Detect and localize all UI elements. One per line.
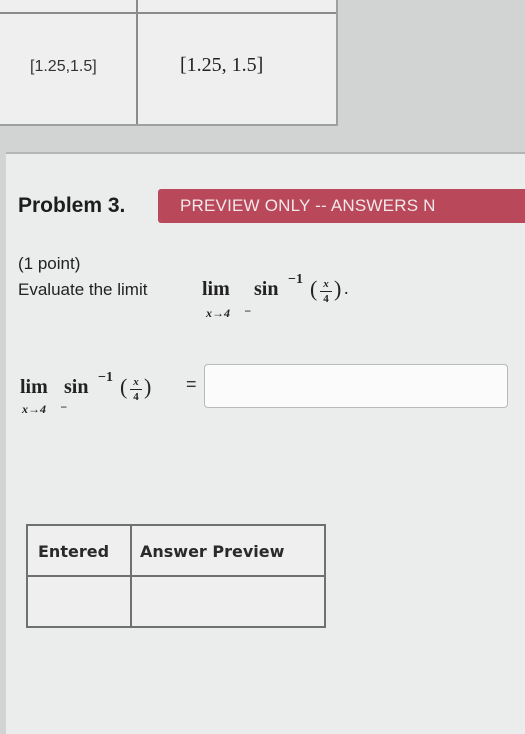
answer-preview-header: Answer Preview [140, 542, 285, 561]
limit-minus-superscript: − [244, 304, 252, 318]
limit-minus-superscript: − [60, 400, 68, 414]
answer-preview-cell: [1.25, 1.5] [180, 54, 264, 76]
fraction-numerator: x [133, 376, 139, 388]
inverse-exponent: −1 [288, 272, 303, 287]
close-paren: ) [144, 374, 152, 399]
fraction-bar [320, 291, 332, 292]
open-paren: ( [310, 276, 318, 301]
table-divider [136, 0, 138, 124]
fraction-denominator: 4 [133, 391, 139, 403]
answer-input[interactable] [204, 364, 508, 408]
limit-subscript: x→4 [206, 306, 230, 320]
answer-preview-table: Entered Answer Preview [26, 524, 326, 628]
function-name: sin [254, 278, 279, 300]
period: . [344, 278, 349, 298]
fraction-x-over-4: x 4 [130, 376, 142, 403]
close-paren: ) [334, 276, 342, 301]
equals-sign: = [186, 374, 197, 394]
limit-subscript: x→4 [22, 402, 46, 416]
problem-prompt: Evaluate the limit [18, 280, 148, 299]
fraction-x-over-4: x 4 [320, 278, 332, 305]
preview-only-banner: PREVIEW ONLY -- ANSWERS N [158, 189, 525, 223]
problem-panel: Problem 3. PREVIEW ONLY -- ANSWERS N (1 … [6, 152, 525, 734]
lim-text: lim [20, 376, 48, 398]
point-value: (1 point) [18, 254, 81, 273]
answer-limit-expression: lim x→4 − sin −1 ( x 4 ) [20, 370, 190, 426]
previous-answer-table: [1.25,1.5] [1.25, 1.5] [0, 0, 338, 126]
open-paren: ( [120, 374, 128, 399]
inverse-exponent: −1 [98, 370, 113, 385]
lim-text: lim [202, 278, 230, 300]
problem-title: Problem 3. [18, 194, 126, 217]
fraction-bar [130, 389, 142, 390]
fraction-denominator: 4 [323, 293, 329, 305]
table-divider [0, 12, 336, 14]
prompt-limit-expression: lim x→4 − sin −1 ( x 4 ) . [202, 272, 402, 328]
fraction-numerator: x [323, 278, 329, 290]
entered-cell: [1.25,1.5] [30, 58, 97, 75]
function-name: sin [64, 376, 89, 398]
table-divider [28, 575, 324, 577]
entered-header: Entered [38, 542, 110, 561]
table-divider [130, 526, 132, 626]
